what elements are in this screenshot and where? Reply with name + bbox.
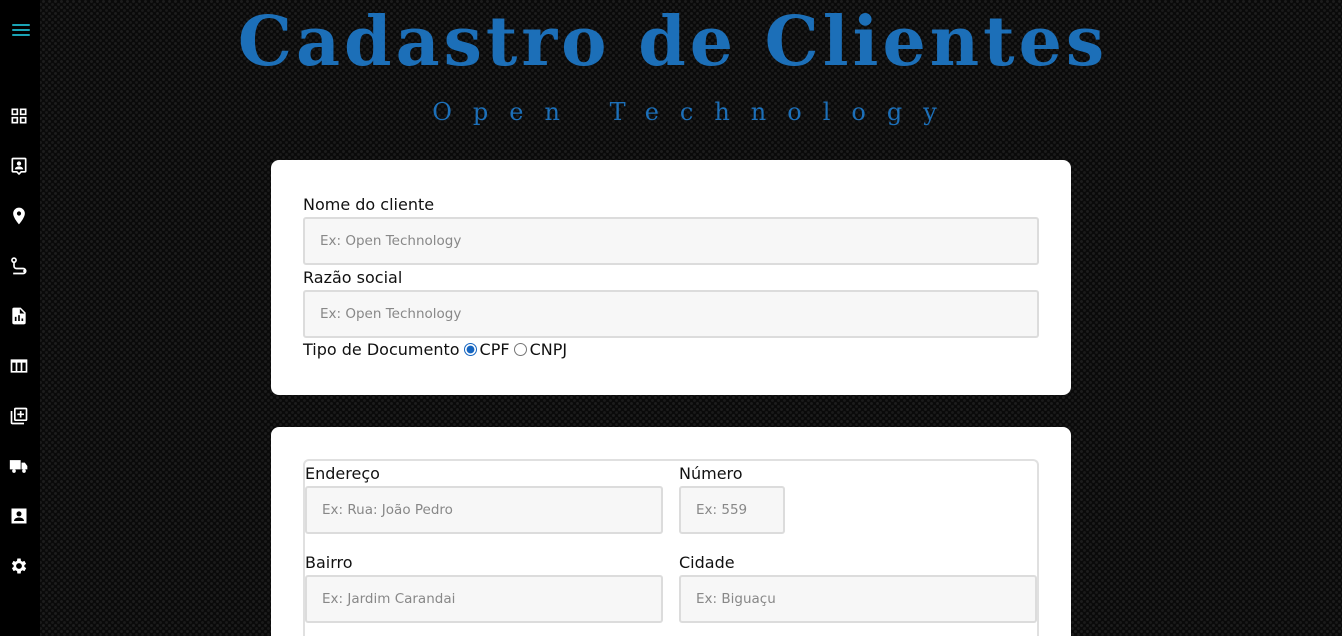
sidebar-item-locations[interactable] [9,206,29,226]
number-input[interactable] [679,486,785,534]
table-columns-icon [10,359,28,373]
company-name-label: Razão social [303,268,403,287]
sidebar [0,0,40,636]
contact-badge-icon [11,157,27,176]
company-name-input[interactable] [303,290,1039,338]
cnpj-radio-label: CNPJ [529,340,568,359]
city-input[interactable] [679,575,1037,623]
account-box-icon [11,508,27,524]
number-label: Número [679,464,743,483]
cpf-radio-label: CPF [479,340,510,359]
library-add-icon [10,407,28,425]
route-icon [11,257,27,275]
cpf-radio[interactable] [463,343,477,356]
district-label: Bairro [305,553,353,572]
sidebar-item-routes[interactable] [9,256,29,276]
map-pin-icon [13,207,25,225]
street-input[interactable] [305,486,663,534]
report-file-icon [12,307,26,325]
document-type-label: Tipo de Documento [303,340,460,359]
sidebar-item-account[interactable] [9,506,29,526]
sidebar-item-reports[interactable] [9,306,29,326]
document-type-group: Tipo de Documento CPF CNPJ [303,340,567,359]
street-label: Endereço [305,464,380,483]
client-name-input[interactable] [303,217,1039,265]
page-title: Cadastro de Clientes [237,2,1109,82]
gear-icon [11,558,27,574]
cnpj-radio[interactable] [513,343,527,356]
address-fieldset: Endereço Número Bairro Cidade [303,459,1039,636]
sidebar-item-settings[interactable] [9,556,29,576]
client-info-card: Nome do cliente Razão social Tipo de Doc… [271,160,1071,395]
address-card: Endereço Número Bairro Cidade [271,427,1071,636]
city-label: Cidade [679,553,735,572]
sidebar-item-add[interactable] [9,406,29,426]
client-name-label: Nome do cliente [303,195,435,214]
sidebar-item-delivery[interactable] [9,456,29,476]
district-input[interactable] [305,575,663,623]
truck-icon [9,460,28,473]
sidebar-item-table[interactable] [9,356,29,376]
page-subtitle: Open Technology [432,98,958,126]
sidebar-item-contacts[interactable] [9,156,29,176]
